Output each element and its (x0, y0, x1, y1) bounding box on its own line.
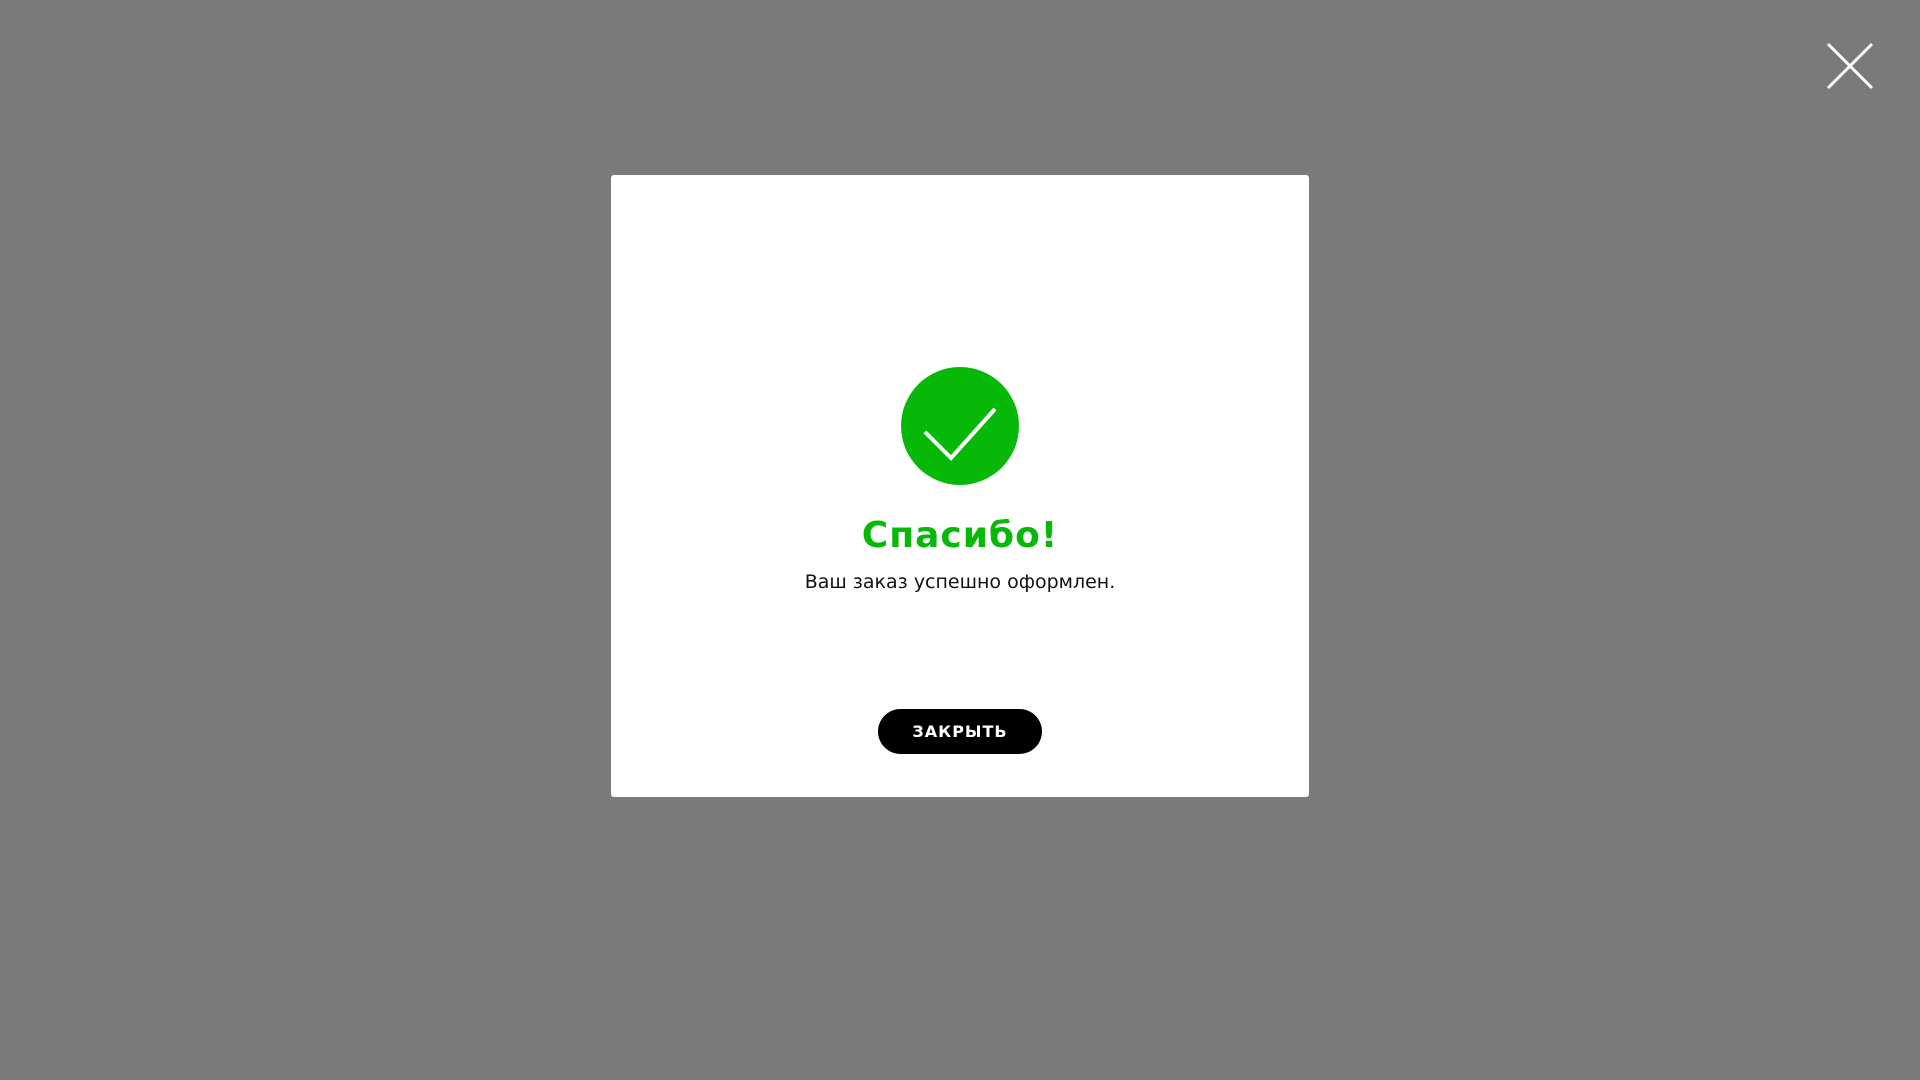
close-icon[interactable] (1826, 42, 1874, 90)
check-circle-icon (901, 367, 1019, 485)
modal-message: Ваш заказ успешно оформлен. (804, 571, 1116, 593)
modal-title: Спасибо! (861, 515, 1059, 556)
close-button[interactable]: ЗАКРЫТЬ (878, 709, 1042, 754)
modal-overlay[interactable]: Спасибо! Ваш заказ успешно оформлен. ЗАК… (0, 0, 1920, 1080)
success-modal: Спасибо! Ваш заказ успешно оформлен. ЗАК… (611, 175, 1309, 797)
